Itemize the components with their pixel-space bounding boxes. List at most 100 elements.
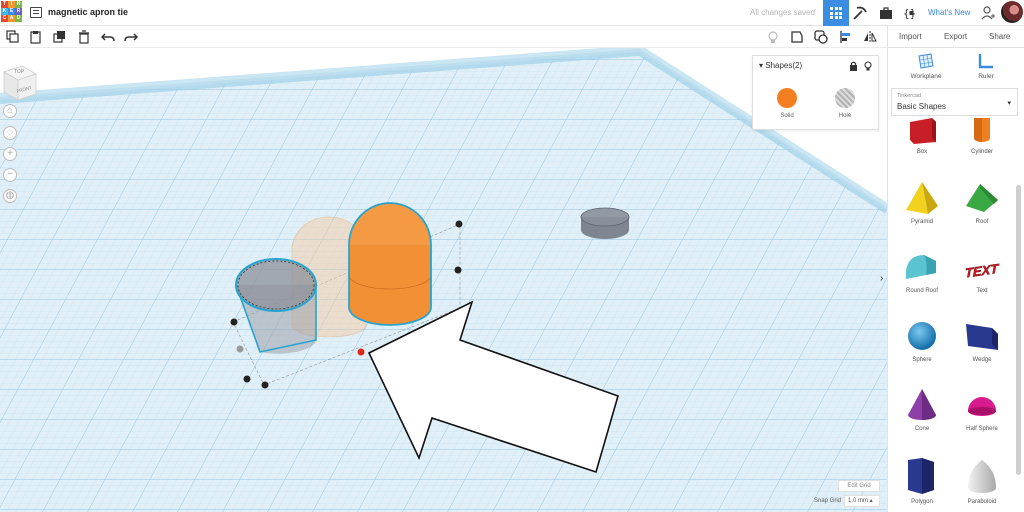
logo-tile: A [8,15,15,22]
hole-cylinder-far[interactable] [580,207,630,239]
design-list-icon[interactable] [30,7,42,18]
text-shape-glyph: TEXT [965,261,999,281]
shape-sphere[interactable]: Sphere [892,318,952,384]
shape-label: Pyramid [910,219,933,225]
paraboloid-icon [968,460,996,493]
briefcase-icon[interactable] [878,5,894,21]
edit-grid-button[interactable]: Edit Grid [838,480,880,492]
lightbulb-icon[interactable] [766,30,780,44]
shapes-library-panel: Workplane Ruler Tinkercad Basic Shapes ▾… [887,48,1024,512]
shape-cone[interactable]: Cone [892,387,952,453]
lock-icon[interactable] [849,61,858,71]
text-shape-icon: TEXT [965,261,1000,281]
cone-icon [908,389,936,420]
3d-design-view-button[interactable] [823,0,849,26]
collapse-panel-icon[interactable]: › [880,273,883,284]
logo-tile: I [8,1,15,8]
mirror-icon[interactable] [863,30,877,44]
box-icon [910,118,936,144]
library-name: Basic Shapes [897,102,946,111]
lightbulb-icon[interactable] [864,61,872,71]
library-select[interactable]: Tinkercad Basic Shapes ▾ [891,88,1018,116]
logo-tile: N [15,1,22,8]
sphere-icon [908,322,936,350]
shape-label: Sphere [912,357,932,363]
zoom-out-button[interactable]: − [3,168,17,182]
design-title[interactable]: magnetic apron tie [48,7,128,17]
view-cube[interactable]: TOP FRONT [0,62,40,102]
shape-label: Wedge [972,357,992,363]
wedge-icon [966,324,998,350]
shape-grid: Box Cylinder Pyramid Roof Round Roof TEX… [888,118,1018,512]
note-icon[interactable] [790,30,804,44]
align-icon[interactable] [839,30,853,44]
pickaxe-icon[interactable] [852,5,868,21]
copy-icon[interactable] [6,30,20,44]
shape-label: Polygon [911,499,933,505]
shapes-header[interactable]: ▾ Shapes(2) [759,61,802,70]
tinkercad-logo[interactable]: TINKERCAD [1,1,23,23]
import-tab[interactable]: Import [899,32,922,41]
hole-swatch[interactable] [835,88,855,108]
undo-icon[interactable] [101,30,115,44]
shape-label: Cone [914,426,930,432]
paste-icon[interactable] [29,30,43,44]
solid-orange-cylinder[interactable] [348,202,432,326]
import-export-tabs: Import Export Share [887,26,1024,48]
hole-label: Hole [838,113,852,119]
duplicate-icon[interactable] [53,30,67,44]
ruler-label: Ruler [978,73,994,80]
codeblocks-icon[interactable]: {} [902,5,922,21]
logo-tile: E [8,8,15,15]
workplane-tool[interactable]: Workplane [896,52,956,80]
shape-label: Text [976,288,988,294]
perspective-button[interactable]: ◍ [3,189,17,203]
zoom-in-button[interactable]: + [3,147,17,161]
home-view-button[interactable]: ⌂ [3,104,17,118]
share-tab[interactable]: Share [989,32,1010,41]
workplane-icon [918,53,934,69]
fit-view-button[interactable]: ◌ [3,126,17,140]
whats-new-link[interactable]: What's New [928,8,970,17]
delete-icon[interactable] [77,30,91,44]
shape-wedge[interactable]: Wedge [952,318,1012,384]
user-add-icon[interactable] [980,5,996,21]
polygon-icon [908,458,934,494]
redo-icon[interactable] [124,30,138,44]
solid-swatch[interactable] [777,88,797,108]
shape-label: Paraboloid [967,499,997,505]
shape-half-sphere[interactable]: Half Sphere [952,387,1012,453]
save-status: All changes saved [750,8,815,17]
snap-grid-select[interactable]: 1.0 mm ▴ [844,495,880,507]
round-roof-icon [906,255,936,279]
shape-roof[interactable]: Roof [952,180,1012,246]
shape-paraboloid[interactable]: Paraboloid [952,456,1012,512]
logo-tile: T [1,1,8,8]
snap-grid-value: 1.0 mm [848,498,869,504]
top-bar: TINKERCAD magnetic apron tie All changes… [0,0,1024,26]
shape-text[interactable]: TEXT Text [952,249,1012,315]
library-provider: Tinkercad [897,93,921,99]
shape-label: Roof [975,219,989,225]
logo-tile: K [1,8,8,15]
shape-polygon[interactable]: Polygon [892,456,952,512]
library-scrollbar[interactable] [1016,185,1021,475]
snap-grid-label: Snap Grid [814,498,842,504]
export-tab[interactable]: Export [944,32,967,41]
ruler-tool[interactable]: Ruler [956,52,1016,80]
shape-round-roof[interactable]: Round Roof [892,249,952,315]
cylinder-icon [974,118,990,142]
solid-label: Solid [780,113,794,119]
shape-cylinder[interactable]: Cylinder [952,116,1012,182]
shape-pyramid[interactable]: Pyramid [892,180,952,246]
group-icon[interactable] [814,30,828,44]
shape-label: Half Sphere [966,426,998,432]
logo-tile: R [15,8,22,15]
shape-inspector-panel: ▾ Shapes(2) Solid Hole [752,55,879,130]
roof-icon [966,184,998,212]
logo-tile: D [15,15,22,22]
user-avatar[interactable] [1001,1,1023,23]
chevron-down-icon: ▾ [1007,100,1011,107]
logo-tile: C [1,15,8,22]
shape-box[interactable]: Box [892,116,952,182]
